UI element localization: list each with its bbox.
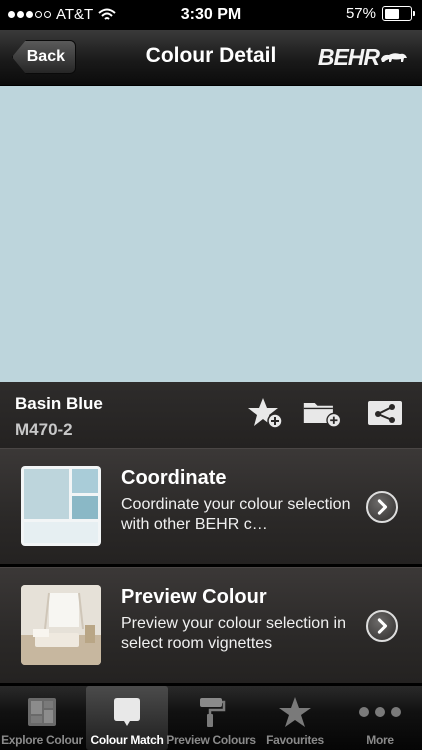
coordinate-palette-thumbnail xyxy=(21,466,101,546)
tab-label: Preview Colours xyxy=(166,733,256,747)
tab-label: More xyxy=(366,733,394,747)
more-dots-icon xyxy=(359,707,401,717)
add-to-folder-icon[interactable] xyxy=(302,396,342,430)
navigation-bar: Back Colour Detail BEHR xyxy=(0,30,422,86)
tab-more[interactable]: More xyxy=(338,686,422,750)
preview-colour-description: Preview your colour selection in select … xyxy=(121,615,346,652)
tab-preview-colours[interactable]: Preview Colours xyxy=(166,686,256,750)
behr-logo-text: BEHR xyxy=(317,43,380,70)
status-right: 57% xyxy=(345,5,415,22)
status-bar: AT&T 3:30 PM 57% xyxy=(0,0,422,30)
add-favourite-star-icon[interactable] xyxy=(246,396,286,430)
room-vignette-thumbnail xyxy=(21,585,101,665)
chevron-right-icon[interactable] xyxy=(366,610,398,642)
colour-info-bar: Basin Blue M470-2 xyxy=(0,382,422,448)
star-icon xyxy=(279,697,311,727)
coordinate-row[interactable]: Coordinate Coordinate your colour select… xyxy=(0,448,422,564)
explore-colour-icon xyxy=(28,698,56,726)
coordinate-title: Coordinate xyxy=(121,467,227,489)
paint-roller-icon xyxy=(200,698,226,727)
preview-colour-title: Preview Colour xyxy=(121,586,267,608)
tab-label: Colour Match xyxy=(90,733,164,747)
tab-favourites[interactable]: Favourites xyxy=(254,686,336,750)
colour-name: Basin Blue xyxy=(15,394,103,413)
share-icon[interactable] xyxy=(366,396,406,430)
tab-label: Explore Colour xyxy=(1,733,83,747)
bear-icon xyxy=(381,53,407,62)
tab-colour-match[interactable]: Colour Match xyxy=(86,686,168,750)
colour-match-icon xyxy=(114,698,140,726)
preview-colour-row[interactable]: Preview Colour Preview your colour selec… xyxy=(0,567,422,683)
behr-logo: BEHR xyxy=(318,43,408,71)
coordinate-description: Coordinate your colour selection with ot… xyxy=(121,496,351,533)
colour-code: M470-2 xyxy=(15,420,73,439)
tab-bar: Explore Colour Colour Match Preview Colo… xyxy=(0,686,422,750)
chevron-right-icon[interactable] xyxy=(366,491,398,523)
battery-icon xyxy=(382,6,415,21)
colour-swatch xyxy=(0,86,422,382)
battery-percentage: 57% xyxy=(345,5,376,22)
tab-label: Favourites xyxy=(266,733,324,747)
tab-explore-colour[interactable]: Explore Colour xyxy=(0,686,84,750)
